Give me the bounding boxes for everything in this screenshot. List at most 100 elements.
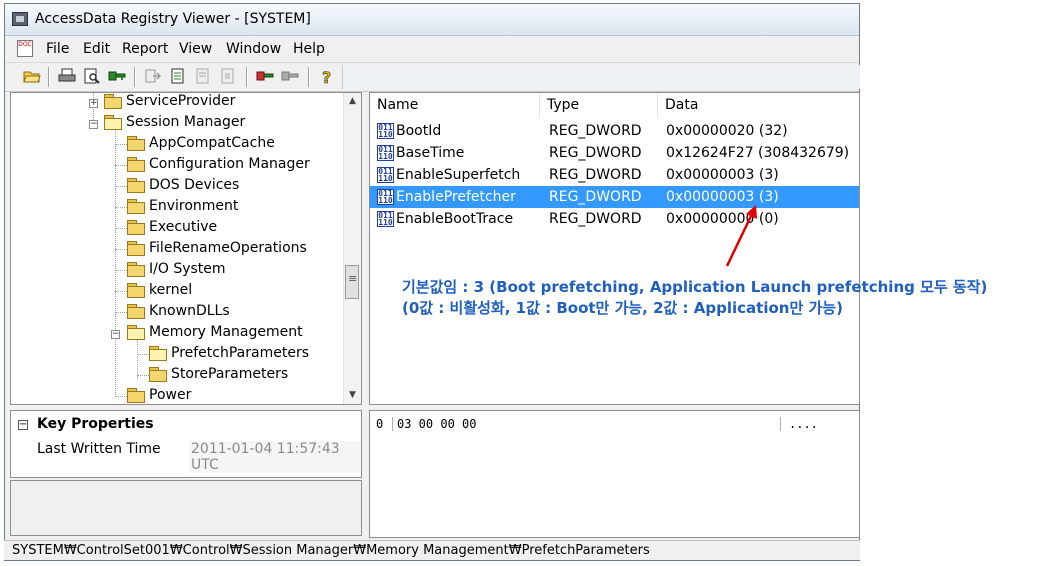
value-name: EnableBootTrace — [396, 211, 514, 227]
collapse-properties-icon[interactable]: − — [18, 420, 28, 430]
value-row[interactable]: 011 110 BootId REG_DWORD 0x00000020 (32) — [370, 120, 859, 142]
value-type: REG_DWORD — [549, 123, 642, 139]
menu-view[interactable]: View — [179, 41, 212, 57]
reg-dword-icon: 011 110 — [377, 211, 394, 227]
menu-help[interactable]: Help — [293, 41, 325, 57]
value-data: 0x00000000 (0) — [666, 211, 779, 227]
tree-item-storeparameters[interactable]: StoreParameters — [149, 364, 288, 385]
reg-dword-icon: 011 110 — [377, 167, 394, 183]
gray-key-icon[interactable] — [281, 68, 299, 86]
menu-edit[interactable]: Edit — [83, 41, 110, 57]
value-type: REG_DWORD — [549, 145, 642, 161]
tree-item-configuration-manager[interactable]: Configuration Manager — [127, 154, 310, 175]
tree-item-appcompatcache[interactable]: AppCompatCache — [127, 133, 275, 154]
folder-icon — [127, 387, 145, 403]
annotation-line-2: (0값 : 비활성화, 1값 : Boot만 가능, 2값 : Applicat… — [402, 299, 843, 317]
tree-item-executive[interactable]: Executive — [127, 217, 217, 238]
folder-icon — [127, 156, 145, 172]
tree-item-filerenameoperations[interactable]: FileRenameOperations — [127, 238, 307, 259]
folder-icon — [127, 177, 145, 193]
open-folder-icon — [104, 114, 122, 130]
menu-bar: DOC File Edit Report View Window Help — [5, 36, 859, 63]
value-data: 0x00000003 (3) — [666, 189, 779, 205]
tree-scrollbar[interactable]: ▲ ▼ — [343, 93, 361, 404]
value-row[interactable]: 011 110 EnableBootTrace REG_DWORD 0x0000… — [370, 208, 859, 230]
report-view-icon[interactable] — [219, 68, 237, 86]
status-bar: SYSTEM₩ControlSet001₩Control₩Session Man… — [4, 540, 860, 560]
folder-icon — [127, 261, 145, 277]
folder-icon — [127, 282, 145, 298]
hex-data-view[interactable]: 0 03 00 00 00 .... — [369, 410, 860, 538]
expand-serviceprovider[interactable]: + — [89, 99, 98, 108]
key-icon[interactable] — [108, 68, 126, 86]
reg-dword-icon: 011 110 — [377, 123, 394, 139]
folder-icon — [104, 93, 122, 109]
folder-icon — [127, 135, 145, 151]
value-type: REG_DWORD — [549, 189, 642, 205]
key-properties-header: Key Properties — [37, 416, 154, 432]
menu-file[interactable]: File — [46, 41, 69, 57]
column-header-data[interactable]: Data — [658, 93, 859, 118]
scroll-down-arrow-icon[interactable]: ▼ — [344, 387, 361, 404]
print-preview-icon[interactable] — [83, 68, 101, 86]
value-row[interactable]: 011 110 BaseTime REG_DWORD 0x12624F27 (3… — [370, 142, 859, 164]
value-name: EnableSuperfetch — [396, 167, 521, 183]
folder-icon — [127, 240, 145, 256]
toolbar-spacer — [342, 65, 860, 89]
column-header-type[interactable]: Type — [540, 93, 658, 118]
value-data: 0x00000003 (3) — [666, 167, 779, 183]
last-written-label: Last Written Time — [37, 441, 161, 457]
print-icon[interactable] — [58, 68, 76, 86]
registry-values-list[interactable]: Name Type Data 011 110 BootId REG_DWORD … — [369, 92, 860, 405]
window-title: AccessData Registry Viewer - [SYSTEM] — [35, 11, 311, 27]
registry-key-tree[interactable]: + ServiceProvider − Session Manager AppC… — [10, 92, 362, 405]
add-to-report-icon[interactable] — [194, 68, 212, 86]
tree-item-power[interactable]: Power — [127, 385, 191, 404]
tree-item-kernel[interactable]: kernel — [127, 280, 192, 301]
red-key-icon[interactable] — [256, 68, 274, 86]
menu-window[interactable]: Window — [226, 41, 281, 57]
hex-ascii: .... — [780, 417, 818, 431]
value-name: EnablePrefetcher — [396, 189, 516, 205]
report-icon[interactable] — [169, 68, 187, 86]
value-type: REG_DWORD — [549, 167, 642, 183]
value-name: BootId — [396, 123, 442, 139]
tree-item-environment[interactable]: Environment — [127, 196, 238, 217]
tree-item-dos-devices[interactable]: DOS Devices — [127, 175, 239, 196]
value-row[interactable]: 011 110 EnableSuperfetch REG_DWORD 0x000… — [370, 164, 859, 186]
scroll-up-arrow-icon[interactable]: ▲ — [344, 93, 361, 110]
value-name: BaseTime — [396, 145, 465, 161]
tree-item-knowndlls[interactable]: KnownDLLs — [127, 301, 230, 322]
collapse-session-manager[interactable]: − — [89, 120, 98, 129]
title-bar: AccessData Registry Viewer - [SYSTEM] — [5, 4, 859, 36]
tree-item-prefetchparameters[interactable]: PrefetchParameters — [149, 343, 309, 364]
export-icon[interactable] — [144, 68, 162, 86]
open-folder-icon[interactable] — [23, 68, 41, 86]
tree-item-serviceprovider[interactable]: ServiceProvider — [104, 93, 235, 112]
help-icon[interactable]: ? — [318, 68, 336, 88]
folder-icon — [127, 219, 145, 235]
annotation-line-1: 기본값임 : 3 (Boot prefetching, Application … — [402, 278, 988, 296]
hex-bytes: 03 00 00 00 — [392, 417, 476, 431]
toolbar: ? — [5, 63, 860, 92]
document-menu-icon[interactable]: DOC — [17, 40, 33, 57]
value-type: REG_DWORD — [549, 211, 642, 227]
value-data: 0x00000020 (32) — [666, 123, 788, 139]
folder-icon — [127, 198, 145, 214]
tree-item-memory-management[interactable]: Memory Management — [127, 322, 303, 343]
tree-item-io-system[interactable]: I/O System — [127, 259, 226, 280]
registry-viewer-app-icon[interactable] — [12, 12, 28, 26]
collapse-memory-management[interactable]: − — [111, 330, 120, 339]
open-folder-icon — [127, 324, 145, 340]
svg-text:?: ? — [322, 68, 331, 86]
folder-icon — [127, 303, 145, 319]
open-folder-icon — [149, 345, 167, 361]
scroll-thumb[interactable] — [345, 265, 359, 299]
column-header-name[interactable]: Name — [370, 93, 540, 118]
value-row-selected[interactable]: 011 110 EnablePrefetcher REG_DWORD 0x000… — [370, 186, 859, 208]
folder-icon — [149, 366, 167, 382]
menu-report[interactable]: Report — [122, 41, 168, 57]
reg-dword-icon: 011 110 — [377, 189, 394, 205]
value-data: 0x12624F27 (308432679) — [666, 145, 850, 161]
tree-item-session-manager[interactable]: Session Manager — [104, 112, 245, 133]
